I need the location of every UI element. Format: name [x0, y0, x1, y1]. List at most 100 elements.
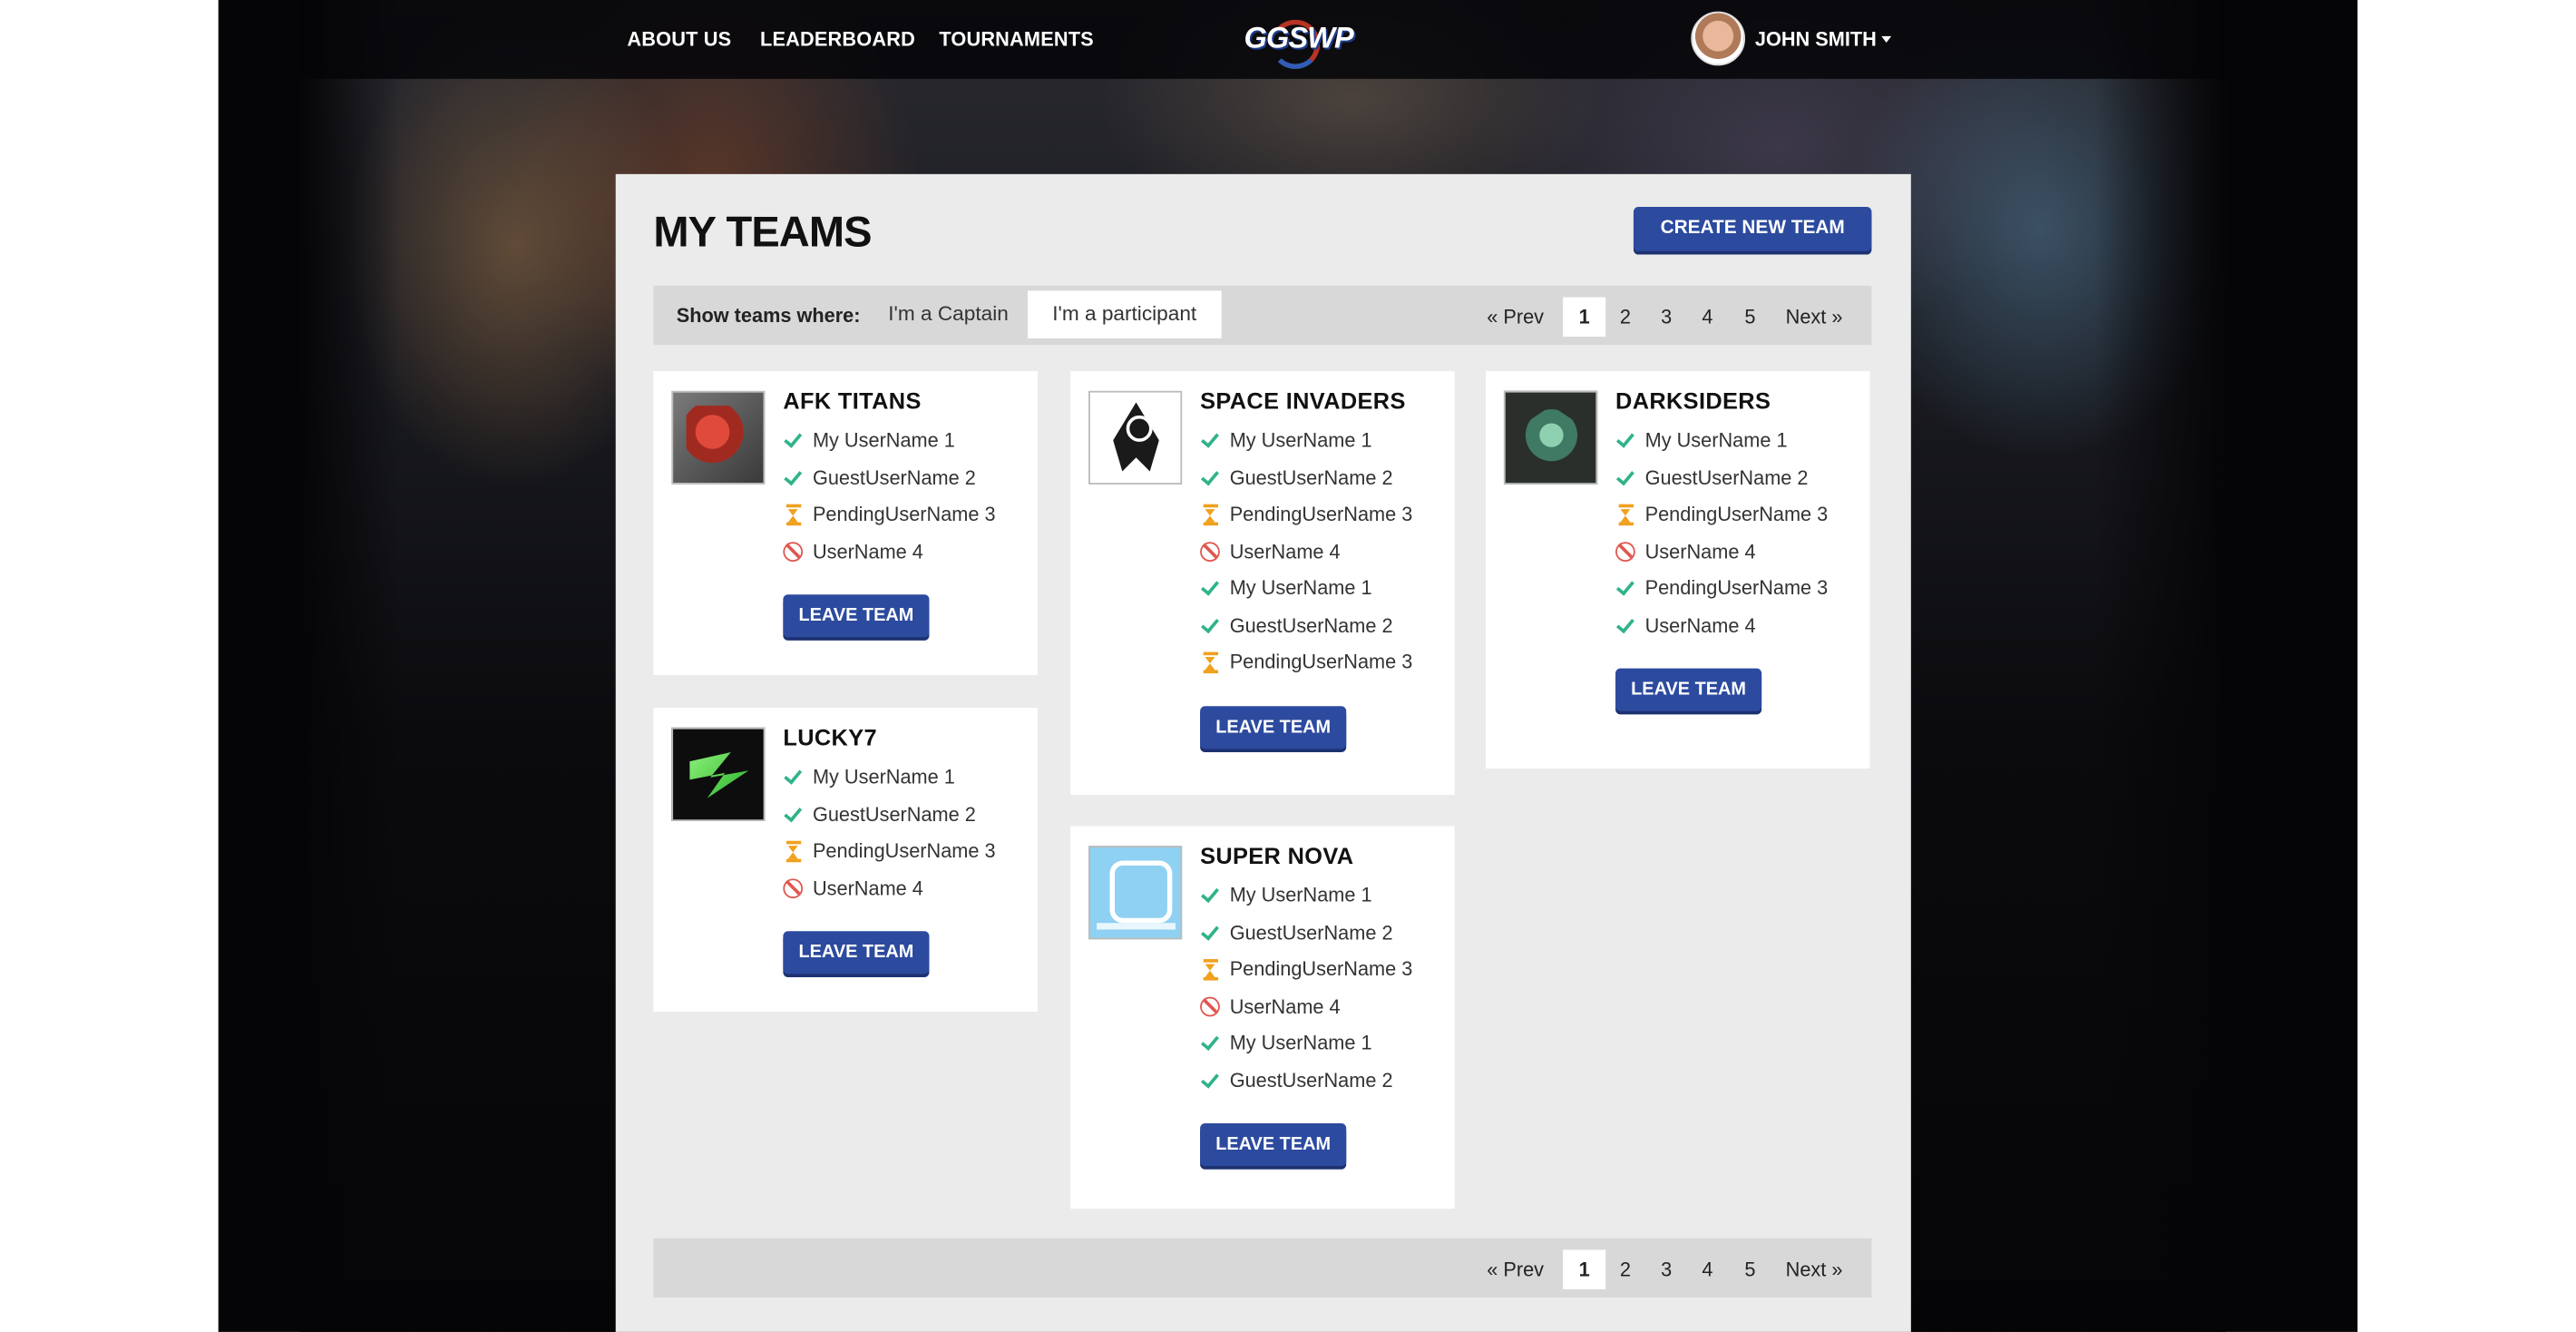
member-name: GuestUserName 2 — [1644, 465, 1809, 489]
hourglass-icon — [1203, 504, 1219, 526]
bottom-pagination-bar: « Prev 1 2 3 4 5 Next » — [653, 1238, 1872, 1298]
team-name: AFK TITANS — [783, 387, 922, 415]
artwork-fade-right — [2094, 0, 2227, 1332]
pagination-page-3[interactable]: 3 — [1650, 1249, 1683, 1288]
site-logo[interactable]: GGSWP — [1234, 16, 1362, 70]
check-icon — [1200, 922, 1222, 944]
member-name: PendingUserName 3 — [1229, 957, 1413, 981]
pagination-next[interactable]: Next » — [1776, 298, 1851, 337]
member-name: PendingUserName 3 — [1229, 502, 1413, 526]
pagination-page-3[interactable]: 3 — [1650, 298, 1683, 337]
blocked-icon — [783, 541, 804, 562]
nav-about-us[interactable]: ABOUT US — [627, 28, 731, 51]
main-panel: MY TEAMS CREATE NEW TEAM Show teams wher… — [615, 173, 1911, 1332]
create-new-team-button[interactable]: CREATE NEW TEAM — [1633, 207, 1872, 251]
blocked-icon — [1200, 541, 1220, 562]
hourglass-icon — [1618, 504, 1634, 526]
member-name: PendingUserName 3 — [812, 502, 996, 526]
member-name: My UserName 1 — [812, 428, 955, 452]
team-card-afk-titans: AFK TITANS My UserName 1 GuestUserName 2 Pe… — [653, 371, 1038, 675]
team-name: DARKSIDERS — [1615, 387, 1771, 415]
member-name: UserName 4 — [1644, 613, 1756, 637]
member-name: My UserName 1 — [1229, 1031, 1372, 1055]
blocked-icon — [1200, 995, 1220, 1016]
check-icon — [1615, 615, 1637, 637]
check-icon — [783, 467, 805, 489]
pagination-page-2[interactable]: 2 — [1609, 1249, 1642, 1288]
team-logo — [1503, 390, 1598, 485]
pagination-prev[interactable]: « Prev — [1478, 1249, 1553, 1288]
check-icon — [783, 767, 805, 788]
member-name: GuestUserName 2 — [812, 802, 976, 826]
member-name: UserName 4 — [812, 876, 923, 899]
member-name: UserName 4 — [1229, 994, 1341, 1018]
member-name: PendingUserName 3 — [1644, 502, 1829, 526]
team-card-lucky7: LUCKY7 My UserName 1 GuestUserName 2 Pendin… — [653, 708, 1038, 1012]
pagination-page-2[interactable]: 2 — [1609, 298, 1642, 337]
check-icon — [1615, 467, 1637, 489]
pagination-page-4[interactable]: 4 — [1691, 298, 1723, 337]
team-name: SPACE INVADERS — [1200, 387, 1406, 415]
user-name: JOHN SMITH — [1754, 27, 1877, 52]
leave-team-button[interactable]: LEAVE TEAM — [783, 594, 930, 638]
check-icon — [1200, 467, 1222, 489]
team-logo — [671, 390, 766, 485]
check-icon — [1200, 578, 1222, 600]
member-name: PendingUserName 3 — [1229, 650, 1413, 674]
pagination-prev[interactable]: « Prev — [1478, 298, 1553, 337]
member-name: UserName 4 — [812, 539, 923, 563]
blocked-icon — [783, 877, 804, 898]
member-name: My UserName 1 — [1229, 428, 1372, 452]
member-name: GuestUserName 2 — [812, 465, 976, 489]
pagination-page-5[interactable]: 5 — [1733, 1249, 1766, 1288]
team-logo — [671, 727, 766, 821]
check-icon — [783, 430, 805, 452]
team-logo — [1088, 390, 1183, 485]
member-name: PendingUserName 3 — [1644, 576, 1829, 600]
member-name: UserName 4 — [1229, 539, 1341, 563]
check-icon — [783, 804, 805, 826]
check-icon — [1615, 430, 1637, 452]
pagination-page-4[interactable]: 4 — [1691, 1249, 1723, 1288]
member-name: GuestUserName 2 — [1229, 613, 1393, 637]
page: ABOUT US LEADERBOARD TOURNAMENTS GGSWP J… — [0, 0, 2576, 1332]
filter-captain[interactable]: I'm a Captain — [864, 290, 1033, 338]
nav-leaderboard[interactable]: LEADERBOARD — [760, 28, 915, 51]
member-name: GuestUserName 2 — [1229, 920, 1393, 944]
leave-team-button[interactable]: LEAVE TEAM — [1615, 668, 1762, 711]
check-icon — [1200, 430, 1222, 452]
pagination-page-1[interactable]: 1 — [1563, 1249, 1606, 1289]
nav-tournaments[interactable]: TOURNAMENTS — [939, 28, 1094, 51]
pagination-page-5[interactable]: 5 — [1733, 298, 1766, 337]
team-card-darksiders: DARKSIDERS My UserName 1 GuestUserName 2 Pe… — [1486, 371, 1870, 769]
team-name: SUPER NOVA — [1200, 842, 1354, 869]
check-icon — [1200, 886, 1222, 907]
member-name: GuestUserName 2 — [1229, 1068, 1393, 1092]
hourglass-icon — [1203, 651, 1219, 674]
filter-label: Show teams where: — [676, 303, 861, 328]
team-card-space-invaders: SPACE INVADERS My UserName 1 GuestUserName… — [1070, 371, 1455, 796]
member-name: My UserName 1 — [812, 765, 955, 788]
pagination: « Prev 1 2 3 4 5 Next » — [1478, 286, 1871, 345]
filter-participant[interactable]: I'm a participant — [1028, 290, 1222, 338]
leave-team-button[interactable]: LEAVE TEAM — [1200, 705, 1347, 749]
chevron-down-icon — [1881, 35, 1892, 44]
member-name: My UserName 1 — [1229, 883, 1372, 907]
logo-text: GGSWP — [1244, 21, 1353, 54]
member-name: UserName 4 — [1644, 539, 1756, 563]
team-name: LUCKY7 — [783, 724, 877, 751]
check-icon — [1615, 578, 1637, 600]
leave-team-button[interactable]: LEAVE TEAM — [1200, 1123, 1347, 1167]
check-icon — [1200, 1033, 1222, 1054]
avatar — [1691, 11, 1746, 66]
leave-team-button[interactable]: LEAVE TEAM — [783, 931, 930, 975]
filter-bar: Show teams where: I'm a Captain I'm a pa… — [653, 285, 1872, 346]
pagination-page-1[interactable]: 1 — [1563, 297, 1606, 338]
member-name: GuestUserName 2 — [1229, 465, 1393, 489]
pagination-next[interactable]: Next » — [1776, 1249, 1851, 1288]
member-name: PendingUserName 3 — [812, 838, 996, 863]
member-name: My UserName 1 — [1229, 576, 1372, 600]
artwork-fade-left — [300, 0, 399, 1332]
pagination-bottom: « Prev 1 2 3 4 5 Next » — [1478, 1239, 1871, 1298]
team-logo — [1088, 846, 1183, 940]
